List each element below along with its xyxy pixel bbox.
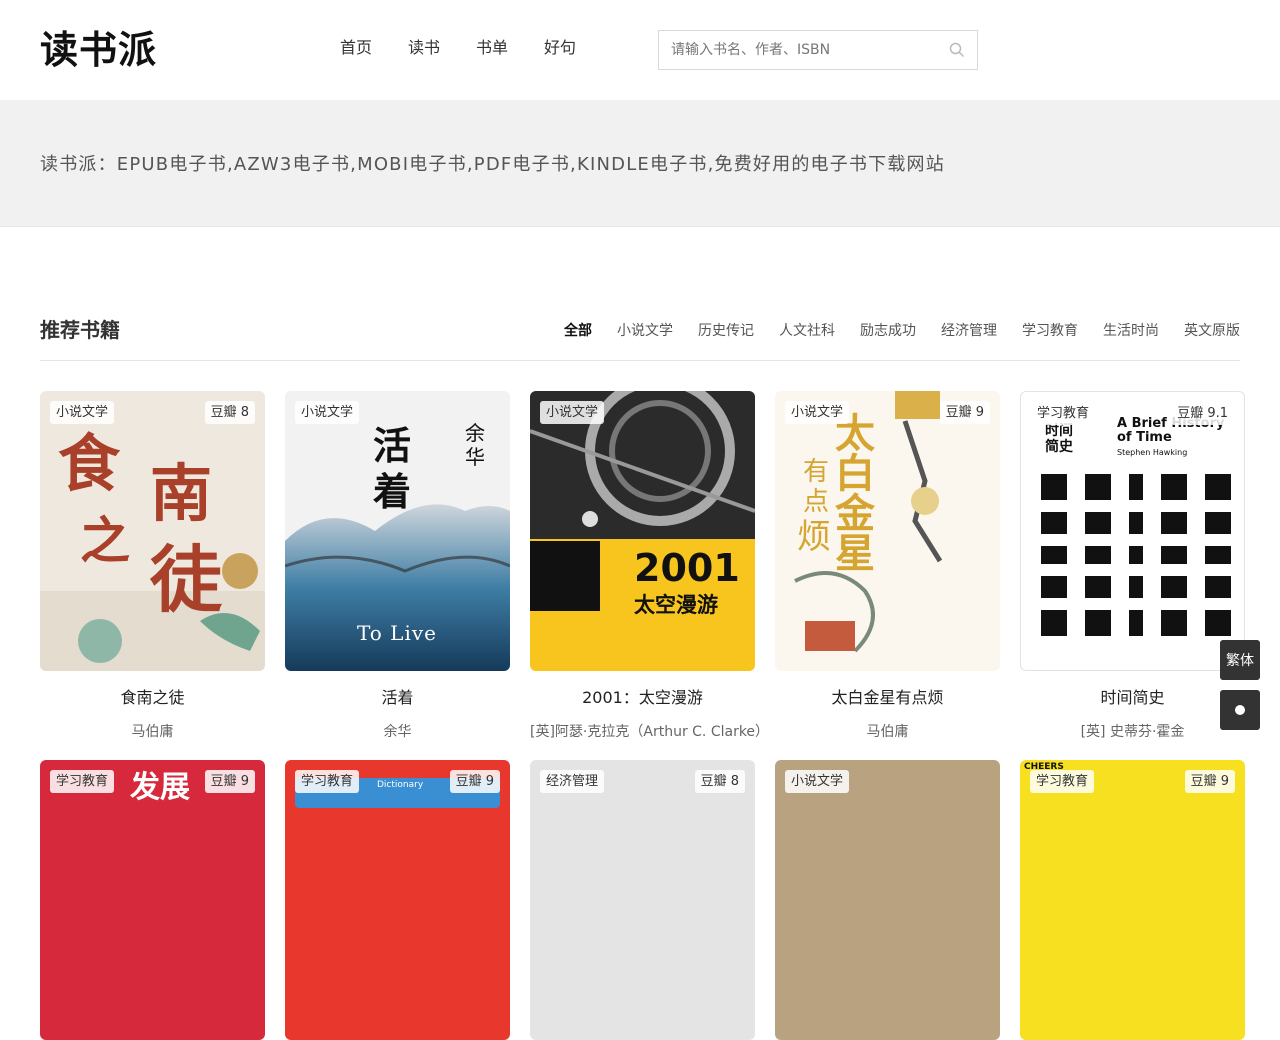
filter-english[interactable]: 英文原版 [1184, 320, 1240, 340]
banner-text: 读书派：EPUB电子书,AZW3电子书,MOBI电子书,PDF电子书,KINDL… [40, 154, 945, 175]
category-badge: 经济管理 [540, 770, 605, 793]
book-cover[interactable]: 发展 学习教育 豆瓣 9 [40, 760, 265, 1040]
cover-title-char: 南 [150, 457, 213, 530]
cover-author-char: 华 [465, 445, 485, 469]
search-icon[interactable] [937, 31, 977, 69]
book-card[interactable]: 食 南 之 徒 小说文学 豆瓣 8 食南之徒 马伯庸 [40, 391, 265, 741]
back-to-top-button[interactable] [1220, 690, 1260, 730]
cover-title-char: 食 [58, 427, 121, 500]
book-card[interactable]: 发展 学习教育 豆瓣 9 [40, 760, 265, 1040]
cover-en-title: To Live [357, 621, 437, 645]
book-card[interactable]: Dictionary 学习教育 豆瓣 9 [285, 760, 510, 1040]
book-author[interactable]: [英]阿瑟·克拉克（Arthur C. Clarke） [530, 721, 769, 741]
book-author[interactable]: 马伯庸 [775, 721, 1000, 741]
book-cover[interactable]: 小说文学 [775, 760, 1000, 1040]
filter-humanities[interactable]: 人文社科 [779, 320, 835, 340]
cover-title-char: 着 [373, 469, 412, 514]
nav-home[interactable]: 首页 [340, 36, 372, 60]
cover-title-char: 徒 [150, 537, 223, 622]
douban-score-badge: 豆瓣 9 [1184, 770, 1235, 793]
filter-lifestyle[interactable]: 生活时尚 [1103, 320, 1159, 340]
book-cover[interactable]: 经济管理 豆瓣 8 [530, 760, 755, 1040]
book-card[interactable]: 活 着 余 华 To Live 小说文学 活着 余华 [285, 391, 510, 741]
book-card[interactable]: 太 白 金 星 有 点 烦 小说文学 豆瓣 9 太白金星有点烦 马伯庸 [775, 391, 1000, 741]
category-badge: 学习教育 [1030, 770, 1095, 793]
cover-author: Stephen Hawking [1117, 448, 1188, 457]
site-logo[interactable]: 读书派 [40, 28, 157, 72]
cover-title: 太空漫游 [634, 592, 718, 617]
section-title: 推荐书籍 [40, 318, 120, 342]
category-badge: 小说文学 [50, 401, 115, 424]
book-title[interactable]: 时间简史 [1020, 684, 1245, 708]
cover-title: 发展 [130, 770, 190, 805]
category-filters: 全部 小说文学 历史传记 人文社科 励志成功 经济管理 学习教育 生活时尚 英文… [564, 320, 1240, 340]
cover-title-char: 烦 [797, 517, 831, 557]
cover-title-number: 2001 [634, 546, 740, 590]
category-badge: 学习教育 [295, 770, 360, 793]
book-author[interactable]: 马伯庸 [40, 721, 265, 741]
douban-score-badge: 豆瓣 9.1 [1171, 402, 1234, 425]
book-author[interactable]: [英] 史蒂芬·霍金 [1020, 721, 1245, 741]
douban-score-badge: 豆瓣 8 [694, 770, 745, 793]
douban-score-badge: 豆瓣 8 [204, 401, 255, 424]
book-cover[interactable]: Dictionary 学习教育 豆瓣 9 [285, 760, 510, 1040]
book-cover[interactable]: 活 着 余 华 To Live 小说文学 [285, 391, 510, 671]
book-card[interactable]: 小说文学 [775, 760, 1000, 1040]
filter-all[interactable]: 全部 [564, 320, 592, 340]
recommended-header: 推荐书籍 全部 小说文学 历史传记 人文社科 励志成功 经济管理 学习教育 生活… [40, 312, 1240, 361]
search-box [658, 30, 978, 70]
cover-title: Dictionary [377, 780, 424, 790]
main-nav: 首页 读书 书单 好句 [340, 36, 576, 60]
filter-education[interactable]: 学习教育 [1022, 320, 1078, 340]
category-badge: 小说文学 [295, 401, 360, 424]
book-card[interactable]: 时间 简史 A Brief History of Time Stephen Ha… [1020, 391, 1245, 741]
book-cover[interactable]: 2001 太空漫游 小说文学 [530, 391, 755, 671]
douban-score-badge: 豆瓣 9 [204, 770, 255, 793]
book-cover[interactable]: CHEERS 学习教育 豆瓣 9 [1020, 760, 1245, 1040]
book-cover[interactable]: 食 南 之 徒 小说文学 豆瓣 8 [40, 391, 265, 671]
filter-inspiration[interactable]: 励志成功 [860, 320, 916, 340]
book-cover[interactable]: 太 白 金 星 有 点 烦 小说文学 豆瓣 9 [775, 391, 1000, 671]
book-title[interactable]: 2001：太空漫游 [530, 684, 755, 708]
category-badge: 小说文学 [540, 401, 605, 424]
category-badge: 学习教育 [1031, 402, 1096, 425]
book-cover[interactable]: 时间 简史 A Brief History of Time Stephen Ha… [1020, 391, 1245, 671]
book-title[interactable]: 太白金星有点烦 [775, 684, 1000, 708]
intro-banner: 读书派：EPUB电子书,AZW3电子书,MOBI电子书,PDF电子书,KINDL… [0, 100, 1280, 227]
search-input[interactable] [659, 31, 937, 69]
cover-title-char: 之 [80, 511, 130, 570]
category-badge: 小说文学 [785, 401, 850, 424]
category-badge: 小说文学 [785, 770, 850, 793]
dot-icon [1235, 705, 1245, 715]
filter-economics[interactable]: 经济管理 [941, 320, 997, 340]
cover-title-char: 星 [835, 530, 875, 577]
category-badge: 学习教育 [50, 770, 115, 793]
book-card[interactable]: 2001 太空漫游 小说文学 2001：太空漫游 [英]阿瑟·克拉克（Arthu… [530, 391, 769, 741]
nav-quotes[interactable]: 好句 [544, 36, 576, 60]
filter-fiction[interactable]: 小说文学 [617, 320, 673, 340]
book-title[interactable]: 活着 [285, 684, 510, 708]
cover-en-title: of Time [1117, 430, 1172, 445]
book-card[interactable]: 经济管理 豆瓣 8 [530, 760, 755, 1040]
book-author[interactable]: 余华 [285, 721, 510, 741]
site-header: 读书派 首页 读书 书单 好句 [0, 0, 1280, 100]
traditional-chinese-button[interactable]: 繁体 [1220, 640, 1260, 680]
nav-read[interactable]: 读书 [408, 36, 440, 60]
filter-history[interactable]: 历史传记 [698, 320, 754, 340]
cover-title: 简史 [1045, 439, 1073, 455]
douban-score-badge: 豆瓣 9 [939, 401, 990, 424]
book-title[interactable]: 食南之徒 [40, 684, 265, 708]
douban-score-badge: 豆瓣 9 [449, 770, 500, 793]
book-card[interactable]: CHEERS 学习教育 豆瓣 9 [1020, 760, 1245, 1040]
nav-booklist[interactable]: 书单 [476, 36, 508, 60]
cover-art [530, 391, 755, 611]
